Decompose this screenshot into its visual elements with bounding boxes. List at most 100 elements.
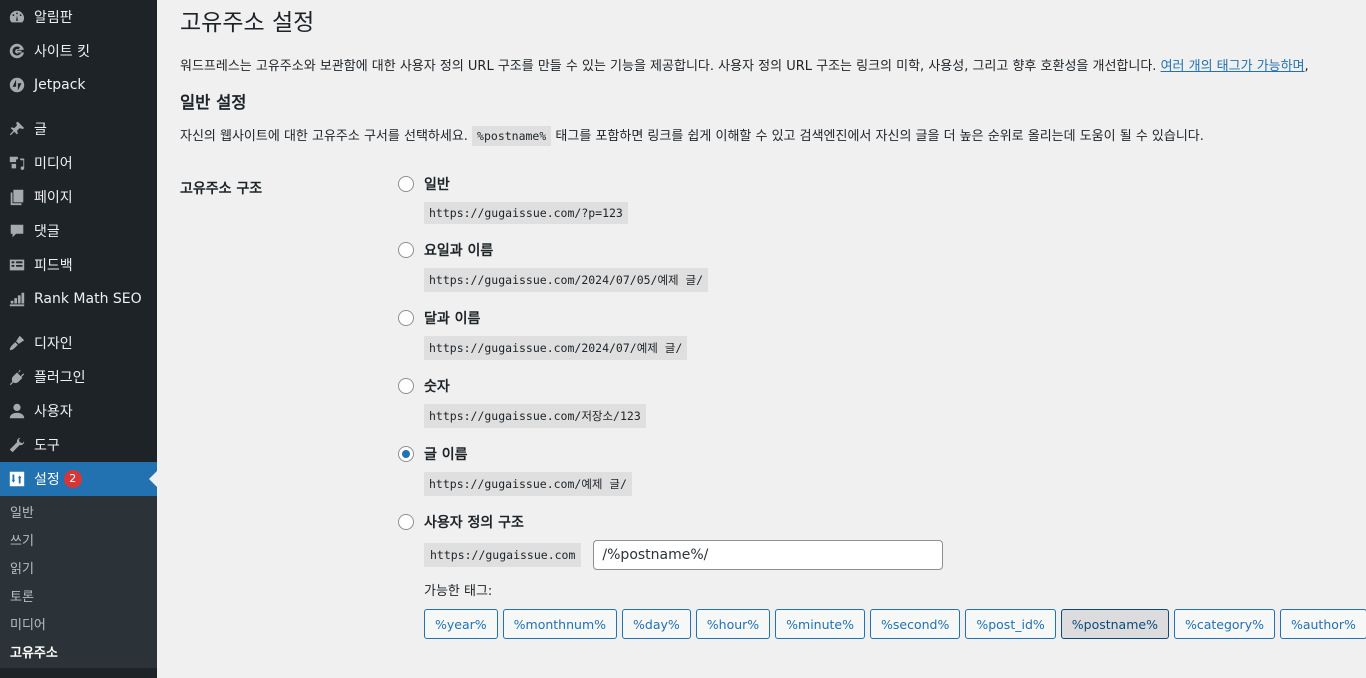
radio-day-name[interactable] — [398, 242, 414, 258]
sidebar-item-posts[interactable]: 글 — [0, 112, 157, 146]
sidebar-item-label: 미디어 — [34, 156, 73, 172]
option-label: 숫자 — [424, 379, 450, 395]
option-label: 달과 이름 — [424, 311, 481, 327]
sidebar-item-label: 디자인 — [34, 336, 73, 352]
sidebar-item-label: 댓글 — [34, 224, 60, 240]
tag-monthnum-button[interactable]: %monthnum% — [502, 609, 618, 639]
option-example: https://gugaissue.com/예제 글/ — [424, 472, 632, 496]
option-example: https://gugaissue.com/2024/07/예제 글/ — [424, 336, 688, 360]
radio-custom[interactable] — [398, 514, 414, 530]
dashboard-icon — [7, 7, 27, 27]
tag-second-button[interactable]: %second% — [870, 609, 961, 639]
intro-body: 워드프레스는 고유주소와 보관함에 대한 사용자 정의 URL 구조를 만들 수… — [180, 59, 1161, 74]
option-example: https://gugaissue.com/저장소/123 — [424, 404, 646, 428]
page-title: 고유주소 설정 — [180, 10, 315, 36]
sidebar-item-media[interactable]: 미디어 — [0, 146, 157, 180]
submenu-item-discussion[interactable]: 토론 — [0, 584, 157, 612]
permalink-options: 일반 https://gugaissue.com/?p=123 요일과 이름 h… — [398, 172, 1366, 639]
sidebar-item-tools[interactable]: 도구 — [0, 428, 157, 462]
tag-category-button[interactable]: %category% — [1173, 609, 1275, 639]
media-icon — [7, 153, 27, 173]
sidebar-item-comments[interactable]: 댓글 — [0, 214, 157, 248]
update-count-badge: 2 — [63, 470, 82, 488]
sidebar-item-label: Rank Math SEO — [34, 291, 142, 307]
sidebar-item-label: Jetpack — [34, 77, 86, 93]
option-post-name: 글 이름 https://gugaissue.com/예제 글/ — [398, 442, 1366, 496]
plugin-icon — [7, 367, 27, 387]
tag-postname-button[interactable]: %postname% — [1060, 609, 1169, 639]
option-example: https://gugaissue.com/2024/07/05/예제 글/ — [424, 268, 709, 292]
comment-icon — [7, 221, 27, 241]
feedback-icon — [7, 255, 27, 275]
sidebar-item-dashboard[interactable]: 알림판 — [0, 0, 157, 34]
page-icon — [7, 187, 27, 207]
sidebar-item-label: 플러그인 — [34, 370, 86, 386]
sidebar-item-site-kit[interactable]: 사이트 킷 — [0, 34, 157, 68]
available-tags-label: 가능한 태그: — [424, 584, 493, 599]
custom-structure-input[interactable] — [593, 540, 944, 570]
submenu-item-permalinks[interactable]: 고유주소 — [0, 640, 157, 668]
radio-post-name[interactable] — [398, 446, 414, 462]
sidebar-item-jetpack[interactable]: Jetpack — [0, 68, 157, 102]
wrench-icon — [7, 435, 27, 455]
settings-icon — [7, 469, 27, 489]
jetpack-icon — [7, 75, 27, 95]
tag-minute-button[interactable]: %minute% — [775, 609, 865, 639]
sidebar-item-label: 글 — [34, 122, 47, 138]
intro-text: 워드프레스는 고유주소와 보관함에 대한 사용자 정의 URL 구조를 만들 수… — [180, 57, 1366, 77]
pin-icon — [7, 119, 27, 139]
sidebar-item-label: 피드백 — [34, 258, 73, 274]
sidebar-item-pages[interactable]: 페이지 — [0, 180, 157, 214]
sidebar-item-label: 사이트 킷 — [34, 44, 90, 60]
google-icon — [7, 41, 27, 61]
desc-before: 자신의 웹사이트에 대한 고유주소 구서를 선택하세요. — [180, 129, 473, 144]
desc-after: 태그를 포함하면 링크를 쉽게 이해할 수 있고 검색엔진에서 자신의 글을 더… — [551, 129, 1204, 144]
submenu-item-writing[interactable]: 쓰기 — [0, 528, 157, 556]
option-label: 요일과 이름 — [424, 243, 494, 259]
radio-numeric[interactable] — [398, 378, 414, 394]
sidebar-item-users[interactable]: 사용자 — [0, 394, 157, 428]
sidebar-item-appearance[interactable]: 디자인 — [0, 326, 157, 360]
settings-submenu: 일반 쓰기 읽기 토론 미디어 고유주소 — [0, 496, 157, 668]
sidebar-item-settings[interactable]: 설정 2 — [0, 462, 157, 496]
sidebar-item-rank-math[interactable]: Rank Math SEO — [0, 282, 157, 316]
sidebar-item-plugins[interactable]: 플러그인 — [0, 360, 157, 394]
sidebar-item-label: 도구 — [34, 438, 60, 454]
main-content: 고유주소 설정 워드프레스는 고유주소와 보관함에 대한 사용자 정의 URL … — [180, 0, 1366, 653]
tag-post-id-button[interactable]: %post_id% — [965, 609, 1056, 639]
tag-author-button[interactable]: %author% — [1279, 609, 1366, 639]
submenu-item-general[interactable]: 일반 — [0, 500, 157, 528]
tag-hour-button[interactable]: %hour% — [695, 609, 771, 639]
radio-month-name[interactable] — [398, 310, 414, 326]
option-numeric: 숫자 https://gugaissue.com/저장소/123 — [398, 374, 1366, 428]
postname-code: %postname% — [472, 126, 552, 146]
tag-year-button[interactable]: %year% — [424, 609, 498, 639]
brush-icon — [7, 333, 27, 353]
intro-tail: , — [1304, 59, 1309, 74]
option-day-name: 요일과 이름 https://gugaissue.com/2024/07/05/… — [398, 238, 1366, 292]
multiple-tags-link[interactable]: 여러 개의 태그가 가능하며 — [1161, 59, 1305, 74]
sidebar-item-label: 사용자 — [34, 404, 73, 420]
section-description: 자신의 웹사이트에 대한 고유주소 구서를 선택하세요. %postname% … — [180, 125, 1366, 148]
sidebar-item-feedback[interactable]: 피드백 — [0, 248, 157, 282]
custom-base-url: https://gugaissue.com — [424, 543, 582, 567]
structure-label: 고유주소 구조 — [180, 181, 263, 197]
submenu-item-reading[interactable]: 읽기 — [0, 556, 157, 584]
tag-day-button[interactable]: %day% — [622, 609, 691, 639]
sidebar-item-label: 페이지 — [34, 190, 73, 206]
permalink-structure-row: 고유주소 구조 일반 https://gugaissue.com/?p=123 … — [180, 172, 1366, 639]
option-example: https://gugaissue.com/?p=123 — [424, 202, 628, 224]
option-label: 사용자 정의 구조 — [424, 515, 524, 531]
rank-math-icon — [7, 289, 27, 309]
option-label: 일반 — [424, 177, 450, 193]
option-label: 글 이름 — [424, 447, 468, 463]
option-custom: 사용자 정의 구조 https://gugaissue.com 가능한 태그: … — [398, 510, 1366, 639]
user-icon — [7, 401, 27, 421]
option-month-name: 달과 이름 https://gugaissue.com/2024/07/예제 글… — [398, 306, 1366, 360]
submenu-item-media[interactable]: 미디어 — [0, 612, 157, 640]
radio-plain[interactable] — [398, 176, 414, 192]
sidebar-item-label: 알림판 — [34, 10, 73, 26]
admin-sidebar: 알림판 사이트 킷 Jetpack 글 미디어 페이지 댓글 피드백 Rank … — [0, 0, 157, 678]
sidebar-item-label: 설정 — [34, 472, 60, 488]
section-title: 일반 설정 — [180, 93, 247, 112]
